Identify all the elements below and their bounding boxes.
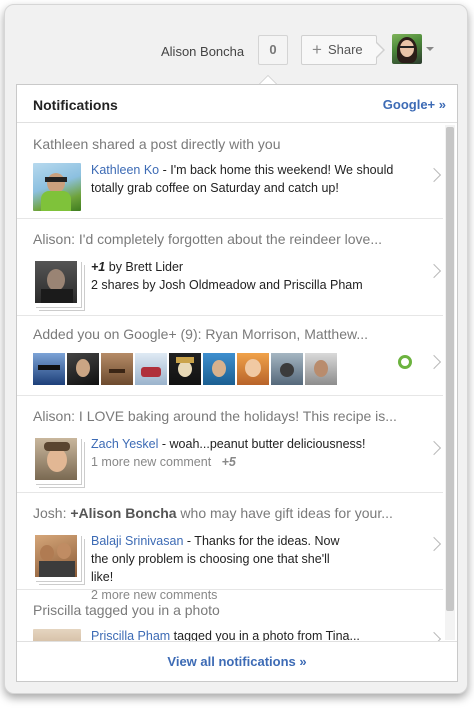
notification-item[interactable]: Alison: I LOVE baking around the holiday… [17, 396, 443, 493]
author-link[interactable]: Zach Yeskel [91, 437, 158, 451]
person-avatar[interactable] [237, 353, 269, 385]
title-rest: who may have gift ideas for your... [176, 505, 393, 521]
panel-pointer [259, 75, 277, 84]
notification-title: Josh: +Alison Boncha who may have gift i… [17, 493, 443, 521]
share-label: Share [327, 42, 363, 57]
avatar-mustache [109, 369, 125, 373]
added-people-avatars [33, 353, 337, 385]
person-avatar[interactable] [33, 353, 65, 385]
author-link[interactable]: Balaji Srinivasan [91, 534, 183, 548]
shares-line: 2 shares by Josh Oldmeadow and Priscilla… [91, 278, 363, 292]
chevron-right-icon[interactable] [426, 536, 442, 552]
notification-title: Added you on Google+ (9): Ryan Morrison,… [33, 326, 369, 342]
more-comments[interactable]: 1 more new comment [91, 455, 211, 469]
scrollbar[interactable] [445, 125, 455, 640]
account-dropdown-caret-icon[interactable] [426, 47, 434, 51]
avatar-face [76, 359, 90, 377]
profile-avatar[interactable] [392, 34, 422, 64]
avatar-face [178, 361, 192, 377]
author-link[interactable]: Priscilla Pham [91, 629, 170, 641]
notification-window: Alison Boncha 0 + Share Notifications Goo… [4, 4, 468, 694]
person-avatar[interactable] [305, 353, 337, 385]
plus-count: +5 [221, 455, 236, 469]
person-avatar[interactable] [135, 353, 167, 385]
plus-icon: + [312, 40, 322, 59]
notification-body: Priscilla Pham tagged you in a photo fro… [17, 627, 443, 641]
plus-one-by: by Brett Lider [105, 260, 184, 274]
plus-one-line: +1 by Brett Lider [91, 258, 443, 276]
notification-body: Kathleen Ko - I'm back home this weekend… [17, 161, 407, 197]
scroll-thumb[interactable] [446, 127, 454, 611]
avatar-glasses [400, 46, 414, 49]
author-link[interactable]: Kathleen Ko [91, 163, 159, 177]
notification-item[interactable]: Added you on Google+ (9): Ryan Morrison,… [17, 316, 443, 396]
plus-one-label: +1 [91, 260, 106, 274]
avatar-jacket [141, 367, 161, 377]
avatar-glasses [38, 365, 60, 370]
notification-title: Alison: I'd completely forgotten about t… [33, 231, 382, 247]
more-line: 1 more new comment +5 [91, 453, 443, 471]
notification-body: Zach Yeskel - woah...peanut butter delic… [17, 435, 443, 471]
notification-item[interactable]: Priscilla tagged you in a photo Priscill… [17, 590, 443, 641]
person-avatar[interactable] [169, 353, 201, 385]
avatar-shape [280, 363, 294, 377]
view-all-notifications-link[interactable]: View all notifications » [17, 641, 457, 682]
person-avatar[interactable] [101, 353, 133, 385]
notification-title: Alison: I LOVE baking around the holiday… [33, 408, 397, 424]
notification-feed[interactable]: Kathleen shared a post directly with you… [17, 124, 443, 641]
top-bar: Alison Boncha 0 + Share [5, 5, 467, 85]
add-to-circles-icon[interactable] [398, 355, 412, 369]
notifications-panel: Notifications Google+ » Kathleen shared … [16, 84, 458, 682]
title-mention: +Alison Boncha [70, 505, 177, 521]
avatar-face [245, 359, 261, 377]
person-avatar[interactable] [67, 353, 99, 385]
google-plus-link[interactable]: Google+ » [383, 97, 446, 112]
notification-body: +1 by Brett Lider 2 shares by Josh Oldme… [17, 258, 443, 294]
notification-title: Kathleen shared a post directly with you [33, 136, 281, 152]
person-avatar[interactable] [271, 353, 303, 385]
notification-item[interactable]: Alison: I'd completely forgotten about t… [17, 219, 443, 316]
comment-line: Zach Yeskel - woah...peanut butter delic… [91, 435, 443, 453]
notification-item[interactable]: Josh: +Alison Boncha who may have gift i… [17, 493, 443, 602]
share-arrow-icon [376, 42, 385, 58]
chevron-right-icon[interactable] [426, 167, 442, 183]
panel-header: Notifications Google+ » [17, 85, 457, 123]
notification-count-button[interactable]: 0 [258, 35, 288, 65]
notification-item[interactable]: Kathleen shared a post directly with you… [17, 124, 443, 219]
notification-title: Priscilla tagged you in a photo [33, 602, 220, 618]
comment-line: Balaji Srinivasan - Thanks for the ideas… [91, 532, 347, 586]
chevron-right-icon[interactable] [426, 354, 442, 370]
avatar-hat [176, 357, 194, 363]
panel-title: Notifications [33, 97, 118, 113]
avatar-face [314, 360, 328, 377]
share-button[interactable]: + Share [301, 35, 377, 65]
title-prefix: Josh: [33, 505, 71, 521]
person-avatar[interactable] [203, 353, 235, 385]
notification-text: tagged you in a photo from Tina... [170, 629, 360, 641]
avatar-face [212, 360, 226, 377]
notification-text: - woah...peanut butter deliciousness! [158, 437, 366, 451]
user-name[interactable]: Alison Boncha [161, 44, 244, 59]
